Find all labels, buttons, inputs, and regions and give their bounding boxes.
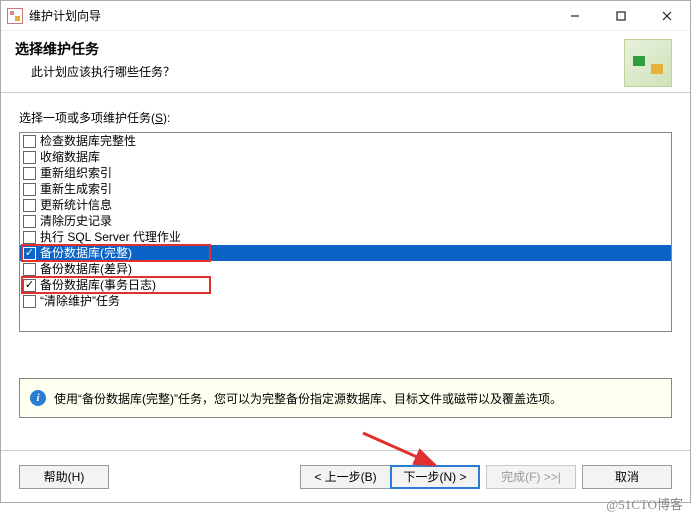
minimize-button[interactable] [552, 1, 598, 31]
app-icon [7, 8, 23, 24]
wizard-header: 选择维护任务 此计划应该执行哪些任务？ [1, 31, 690, 93]
wizard-window: 维护计划向导 选择维护任务 此计划应该执行哪些任务？ 选择一项或多项维护任务(S… [0, 0, 691, 503]
task-item[interactable]: 清除历史记录 [20, 213, 671, 229]
task-label: 收缩数据库 [40, 149, 100, 165]
task-checkbox[interactable] [23, 295, 36, 308]
window-title: 维护计划向导 [29, 7, 101, 24]
task-label: 重新生成索引 [40, 181, 112, 197]
task-item[interactable]: 更新统计信息 [20, 197, 671, 213]
wizard-footer: 帮助(H) < 上一步(B) 下一步(N) > 完成(F) >>| 取消 [1, 450, 690, 502]
task-item[interactable]: “清除维护”任务 [20, 293, 671, 309]
info-icon: i [30, 390, 46, 406]
cancel-button[interactable]: 取消 [582, 465, 672, 489]
task-label: 执行 SQL Server 代理作业 [40, 229, 181, 245]
task-checkbox[interactable] [23, 263, 36, 276]
task-checkbox[interactable] [23, 199, 36, 212]
task-label: 检查数据库完整性 [40, 133, 136, 149]
watermark: @51CTO博客 [606, 494, 683, 513]
task-label: “清除维护”任务 [40, 293, 120, 309]
page-heading: 选择维护任务 [15, 39, 175, 59]
task-label: 备份数据库(完整) [40, 245, 132, 261]
help-button[interactable]: 帮助(H) [19, 465, 109, 489]
next-button[interactable]: 下一步(N) > [390, 465, 480, 489]
task-item[interactable]: 检查数据库完整性 [20, 133, 671, 149]
finish-button: 完成(F) >>| [486, 465, 576, 489]
task-item[interactable]: 执行 SQL Server 代理作业 [20, 229, 671, 245]
task-checkbox[interactable] [23, 215, 36, 228]
task-item[interactable]: 备份数据库(差异) [20, 261, 671, 277]
wizard-icon [624, 39, 672, 87]
task-item[interactable]: 收缩数据库 [20, 149, 671, 165]
page-subtitle: 此计划应该执行哪些任务？ [15, 63, 175, 80]
task-checkbox[interactable] [23, 135, 36, 148]
task-checkbox[interactable] [23, 183, 36, 196]
task-checkbox[interactable] [23, 151, 36, 164]
task-checkbox[interactable] [23, 231, 36, 244]
task-label: 备份数据库(差异) [40, 261, 132, 277]
task-item[interactable]: 重新生成索引 [20, 181, 671, 197]
back-button[interactable]: < 上一步(B) [300, 465, 390, 489]
content-area: 选择一项或多项维护任务(S): 检查数据库完整性收缩数据库重新组织索引重新生成索… [1, 93, 690, 450]
task-item[interactable]: 重新组织索引 [20, 165, 671, 181]
task-item[interactable]: 备份数据库(事务日志) [20, 277, 671, 293]
task-label: 更新统计信息 [40, 197, 112, 213]
titlebar: 维护计划向导 [1, 1, 690, 31]
task-label: 备份数据库(事务日志) [40, 277, 156, 293]
task-label: 清除历史记录 [40, 213, 112, 229]
task-label: 重新组织索引 [40, 165, 112, 181]
task-checkbox[interactable] [23, 167, 36, 180]
list-label: 选择一项或多项维护任务(S): [19, 109, 672, 126]
maximize-button[interactable] [598, 1, 644, 31]
info-text: 使用“备份数据库(完整)”任务，您可以为完整备份指定源数据库、目标文件或磁带以及… [54, 390, 562, 407]
info-panel: i 使用“备份数据库(完整)”任务，您可以为完整备份指定源数据库、目标文件或磁带… [19, 378, 672, 418]
task-item[interactable]: 备份数据库(完整) [20, 245, 671, 261]
task-listbox[interactable]: 检查数据库完整性收缩数据库重新组织索引重新生成索引更新统计信息清除历史记录执行 … [19, 132, 672, 332]
task-checkbox[interactable] [23, 279, 36, 292]
task-checkbox[interactable] [23, 247, 36, 260]
close-button[interactable] [644, 1, 690, 31]
